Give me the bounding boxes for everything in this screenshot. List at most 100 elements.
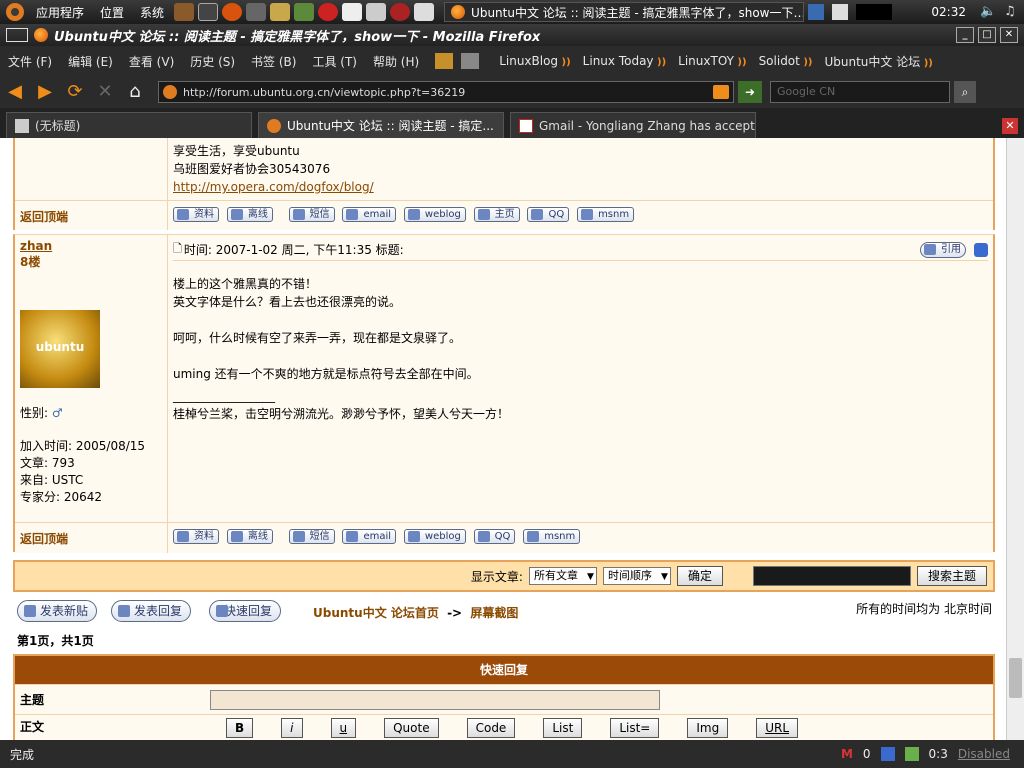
new-topic-button[interactable]: 发表新贴 — [17, 600, 98, 622]
go-arrow-icon[interactable]: ➜ — [738, 81, 762, 103]
qq-button[interactable]: QQ — [527, 207, 570, 222]
msn-button[interactable]: msnm — [523, 529, 581, 544]
menu-help[interactable]: 帮助 (H) — [365, 53, 427, 70]
notes-icon[interactable] — [366, 3, 387, 21]
firefox-icon[interactable] — [222, 3, 243, 21]
calendar-icon[interactable] — [880, 747, 895, 761]
page-scrollbar[interactable] — [1006, 138, 1024, 740]
breadcrumb-home-link[interactable]: Ubuntu中文 论坛首页 — [313, 606, 439, 620]
url-bar[interactable]: http://forum.ubuntu.org.cn/viewtopic.php… — [158, 81, 734, 103]
figure-icon[interactable] — [270, 3, 291, 21]
menu-file[interactable]: 文件 (F) — [0, 53, 60, 70]
tab-gmail[interactable]: Gmail - Yongliang Zhang has accepted ... — [510, 112, 756, 138]
post-filter-select[interactable]: 所有文章 — [528, 567, 597, 585]
profile-button[interactable]: 资料 — [173, 207, 219, 222]
music-icon[interactable]: ♫ — [1004, 4, 1020, 20]
homepage-button[interactable]: 主页 — [473, 207, 520, 222]
back-to-top-link[interactable]: 返回顶端 — [20, 210, 68, 224]
search-input[interactable]: Google CN — [770, 81, 950, 103]
code-button[interactable]: Code — [466, 718, 516, 738]
quote-tag-button[interactable]: Quote — [384, 718, 439, 738]
calendar-icon[interactable] — [808, 4, 825, 20]
tab-untitled[interactable]: (无标题) — [6, 112, 252, 138]
opera-icon[interactable] — [390, 3, 411, 21]
breadcrumb-forum-link[interactable]: 屏幕截图 — [470, 606, 518, 620]
search-topic-button[interactable]: 搜索主题 — [916, 566, 987, 586]
bird-icon[interactable] — [246, 3, 267, 21]
red-app-icon[interactable] — [318, 3, 339, 21]
email-button[interactable]: email — [342, 207, 397, 222]
forward-arrow-icon[interactable]: ▶ — [32, 81, 58, 103]
stop-icon[interactable]: ✕ — [92, 81, 118, 103]
book-icon[interactable] — [294, 3, 315, 21]
menu-view[interactable]: 查看 (V) — [121, 53, 182, 70]
confirm-button[interactable]: 确定 — [676, 566, 723, 586]
network-icon[interactable] — [832, 4, 849, 20]
weblog-button[interactable]: weblog — [403, 207, 466, 222]
home-icon[interactable]: ⌂ — [122, 81, 148, 103]
post-author-name[interactable]: zhan — [20, 239, 162, 253]
timer-icon[interactable] — [904, 747, 919, 761]
window-menu-button[interactable] — [6, 28, 28, 42]
panel-menu-places[interactable]: 位置 — [92, 4, 132, 21]
bookmark-solidot[interactable]: Solidot — [753, 54, 819, 68]
pm-button[interactable]: 短信 — [288, 529, 335, 544]
film-icon[interactable] — [461, 53, 480, 69]
profile-button[interactable]: 资料 — [173, 529, 219, 544]
italic-button[interactable]: i — [281, 718, 303, 738]
close-window-button[interactable]: ✕ — [1000, 27, 1018, 43]
bold-button[interactable]: B — [226, 718, 254, 738]
rss-feed-icon[interactable] — [713, 85, 729, 99]
subject-input[interactable] — [210, 689, 660, 710]
bookmark-ubuntu-forum[interactable]: Ubuntu中文 论坛 — [818, 53, 938, 70]
quote-button[interactable]: 引用 — [920, 241, 966, 258]
tab-ubuntu-forum[interactable]: Ubuntu中文 论坛 :: 阅读主题 - 搞定... — [258, 112, 504, 138]
msn-button[interactable]: msnm — [577, 207, 635, 222]
url-button[interactable]: URL — [756, 718, 799, 738]
email-button[interactable]: email — [342, 529, 397, 544]
reload-icon[interactable]: ⟳ — [62, 81, 88, 103]
back-to-top-link[interactable]: 返回顶端 — [20, 532, 68, 546]
minimize-button[interactable]: _ — [956, 27, 974, 43]
scrollbar-thumb[interactable] — [1009, 658, 1022, 698]
qq-button[interactable]: QQ — [473, 529, 516, 544]
ubuntu-logo-icon[interactable] — [6, 3, 24, 21]
signature-link[interactable]: http://my.opera.com/dogfox/blog/ — [173, 180, 374, 194]
menu-bookmarks[interactable]: 书签 (B) — [243, 53, 304, 70]
underline-button[interactable]: u — [330, 718, 357, 738]
gmail-notifier-icon[interactable]: M — [841, 747, 853, 761]
tree-icon[interactable] — [174, 3, 195, 21]
volume-icon[interactable]: 🔈 — [980, 4, 996, 20]
offline-button[interactable]: 离线 — [226, 529, 273, 544]
list-button[interactable]: List — [543, 718, 583, 738]
search-icon[interactable]: ⌕ — [954, 81, 976, 103]
offline-button[interactable]: 离线 — [226, 207, 273, 222]
quick-reply-button[interactable]: 快速回复 — [209, 600, 282, 622]
panel-menu-system[interactable]: 系统 — [132, 4, 172, 21]
maximize-button[interactable]: □ — [978, 27, 996, 43]
terminal-icon[interactable] — [198, 3, 219, 21]
menu-edit[interactable]: 编辑 (E) — [60, 53, 121, 70]
download-icon[interactable] — [435, 53, 454, 69]
menu-history[interactable]: 历史 (S) — [182, 53, 243, 70]
post-reply-button[interactable]: 发表回复 — [111, 600, 192, 622]
bookmark-linux-today[interactable]: Linux Today — [577, 54, 672, 68]
bookmark-linuxblog[interactable]: LinuxBlog — [493, 54, 576, 68]
bookmark-linuxtoy[interactable]: LinuxTOY — [672, 54, 752, 68]
screenshot-icon[interactable] — [414, 3, 435, 21]
panel-clock[interactable]: 02:32 — [921, 5, 976, 19]
menu-tools[interactable]: 工具 (T) — [304, 53, 365, 70]
back-arrow-icon[interactable]: ◀ — [2, 81, 28, 103]
weblog-button[interactable]: weblog — [403, 529, 466, 544]
extension-status[interactable]: Disabled — [958, 747, 1010, 761]
pm-button[interactable]: 短信 — [288, 207, 335, 222]
messenger-icon[interactable] — [342, 3, 363, 21]
close-tab-icon[interactable]: ✕ — [1002, 118, 1018, 134]
panel-menu-applications[interactable]: 应用程序 — [28, 4, 92, 21]
image-button[interactable]: Img — [687, 718, 729, 738]
taskbar-firefox-window[interactable]: Ubuntu中文 论坛 :: 阅读主题 - 搞定雅黑字体了，show一下… — [444, 2, 805, 22]
post-order-select[interactable]: 时间顺序 — [602, 567, 671, 585]
report-icon[interactable] — [974, 242, 988, 257]
topic-search-input[interactable] — [752, 566, 911, 586]
ordered-list-button[interactable]: List= — [610, 718, 660, 738]
